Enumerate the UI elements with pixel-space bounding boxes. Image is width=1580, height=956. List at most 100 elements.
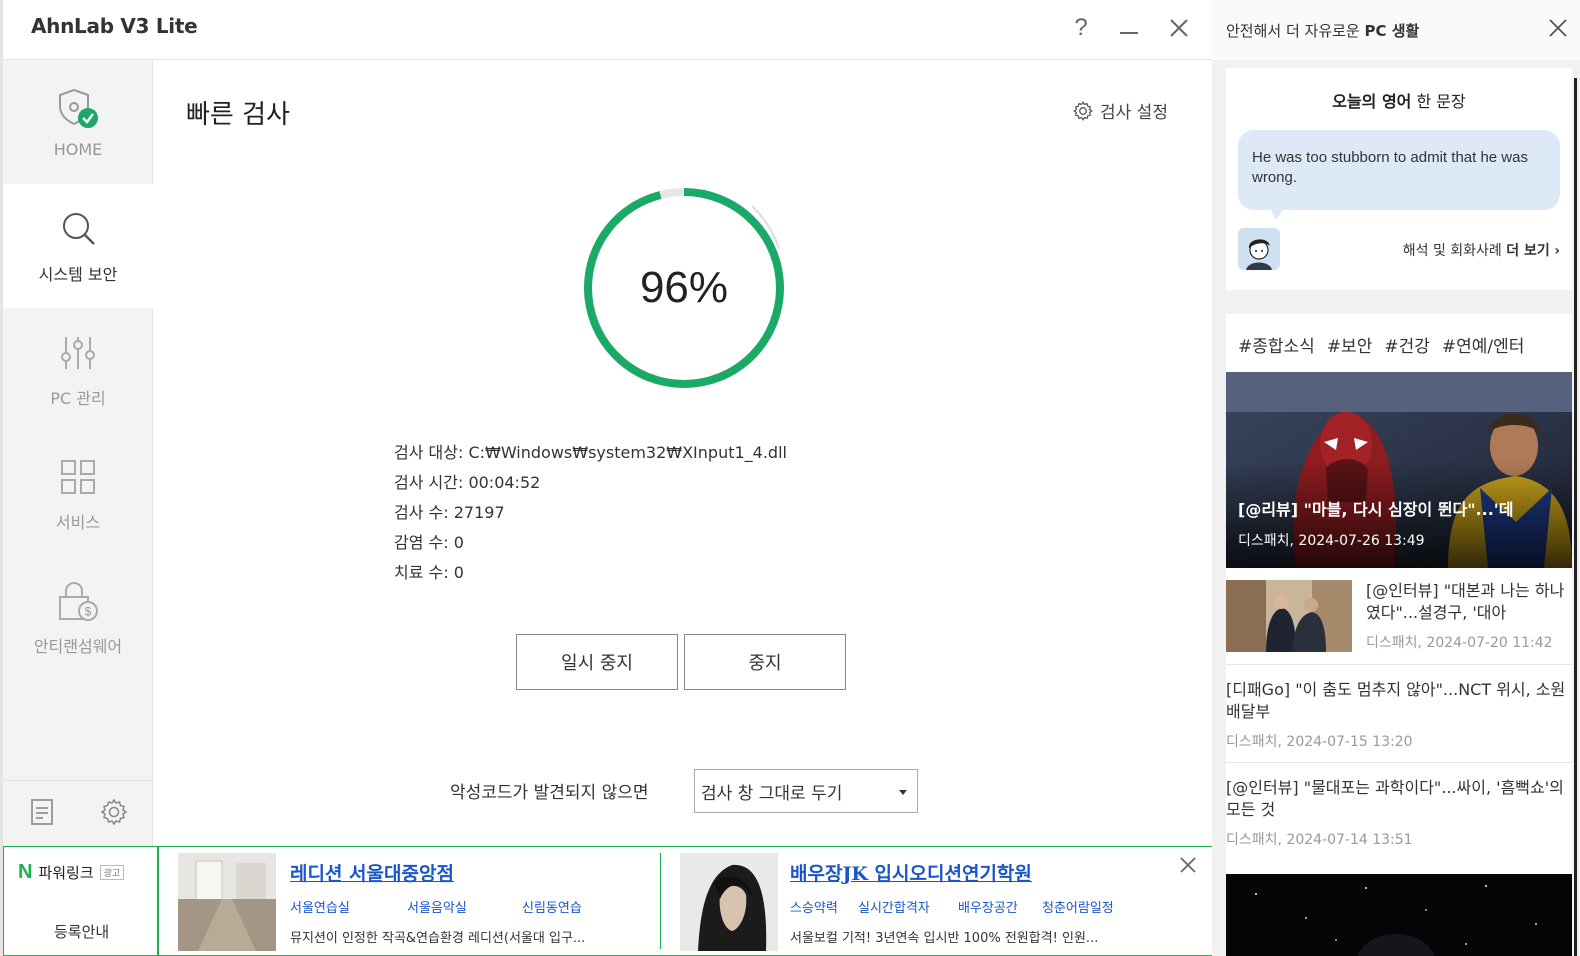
news-thumbnail[interactable] — [1226, 874, 1572, 956]
ad-title-1[interactable]: 레디션 서울대중앙점 — [290, 859, 454, 886]
scan-target: 검사 대상: C:₩Windows₩system32₩XInput1_4.dll — [394, 443, 787, 462]
ad-title-2[interactable]: 배우장JK 입시오디션연기학원 — [790, 859, 1032, 886]
avatar — [1238, 228, 1280, 270]
svg-text:$: $ — [85, 605, 92, 619]
shield-check-icon — [59, 88, 98, 128]
ad-link[interactable]: 실시간합격자 — [858, 897, 958, 916]
minimize-button[interactable] — [1111, 10, 1147, 46]
pause-button[interactable]: 일시 중지 — [516, 634, 678, 690]
actor-portrait-image — [680, 853, 778, 951]
news-hero[interactable]: [@리뷰] "마블, 다시 심장이 뛴다"...'데 디스패치, 2024-07… — [1226, 372, 1572, 568]
news-tags: #종합소식 #보안 #건강 #연예/엔터 — [1238, 332, 1524, 357]
character-avatar-image — [1238, 228, 1280, 270]
ad-divider — [660, 853, 661, 949]
interview-still-image — [1226, 580, 1352, 652]
panel-scrollbar[interactable] — [1574, 78, 1577, 956]
tag-entertainment[interactable]: #연예/엔터 — [1442, 332, 1525, 357]
ad-thumbnail-practice-room[interactable] — [178, 853, 276, 951]
help-icon: ? — [1074, 14, 1088, 41]
news-meta: 디스패치, 2024-07-14 13:51 — [1226, 832, 1413, 848]
after-scan-select[interactable]: 검사 창 그대로 두기 — [694, 769, 918, 813]
scan-count: 검사 수: 27197 — [394, 503, 505, 522]
nav-label-pc-management: PC 관리 — [50, 389, 106, 408]
nav-item-pc-management[interactable]: PC 관리 — [3, 308, 153, 432]
chevron-right-icon: › — [1554, 243, 1560, 259]
news-item[interactable]: [@인터뷰] "대본과 나는 하나였다"...설경구, '대아 디스패치, 20… — [1226, 580, 1572, 656]
app-title: AhnLab V3 Lite — [31, 14, 198, 38]
english-title-bold: 오늘의 영어 — [1332, 92, 1412, 111]
nav-item-system-security[interactable]: 시스템 보안 — [3, 184, 153, 308]
panel-title-bold: PC 생활 — [1364, 22, 1420, 40]
ad-thumbnail-acting[interactable] — [680, 853, 778, 951]
help-button[interactable]: ? — [1063, 10, 1099, 46]
scan-progress-ring: 96% — [574, 178, 794, 398]
powerlink-ad-bar: N 파워링크 광고 등록안내 레디션 서울대중앙점 서울연습실 서울음악실 신림… — [3, 846, 1215, 956]
close-button[interactable] — [1161, 10, 1197, 46]
progress-percent: 96% — [639, 263, 729, 312]
scan-settings-label: 검사 설정 — [1100, 103, 1168, 123]
close-icon — [1170, 19, 1188, 37]
report-icon[interactable] — [27, 797, 57, 827]
starfield-image — [1226, 874, 1572, 956]
scan-elapsed: 검사 시간: 00:04:52 — [394, 473, 541, 492]
english-more-bold: 더 보기 — [1506, 243, 1550, 259]
news-meta: 디스패치, 2024-07-15 13:20 — [1226, 734, 1413, 750]
minimize-icon — [1120, 32, 1138, 34]
search-icon — [63, 213, 95, 245]
nav-bottom-bar — [3, 780, 153, 846]
news-thumbnail — [1226, 580, 1352, 652]
news-item[interactable]: [@인터뷰] "물대포는 과학이다"...싸이, '흠뻑쇼'의 모든 것 디스패… — [1226, 762, 1572, 862]
news-meta: 디스패치, 2024-07-20 11:42 — [1366, 635, 1553, 651]
tag-security[interactable]: #보안 — [1327, 332, 1373, 357]
ad-links-2: 스승약력 실시간합격자 배우장공간 청춘어람일정 — [790, 897, 1114, 916]
news-side-panel: 안전해서 더 자유로운 PC 생활 오늘의 영어 한 문장 He was too… — [1212, 0, 1580, 956]
nav-label-services: 서비스 — [55, 513, 101, 532]
powerlink-logo: N 파워링크 광고 — [18, 861, 125, 884]
nav-label-antiransomware: 안티랜섬웨어 — [33, 637, 123, 656]
sliders-icon — [61, 337, 95, 369]
tag-general[interactable]: #종합소식 — [1238, 332, 1315, 357]
english-sentence-bubble: He was too stubborn to admit that he was… — [1238, 130, 1560, 210]
gear-icon[interactable] — [99, 797, 129, 827]
ad-link[interactable]: 배우장공간 — [958, 897, 1042, 916]
scan-settings-button[interactable]: 검사 설정 — [1072, 98, 1168, 123]
after-scan-value: 검사 창 그대로 두기 — [701, 783, 843, 804]
after-scan-label: 악성코드가 발견되지 않으면 — [450, 783, 649, 803]
nav-label-home: HOME — [53, 139, 103, 159]
news-card: #종합소식 #보안 #건강 #연예/엔터 [@리뷰] "마블, 다시 심장이 뛴… — [1226, 314, 1572, 956]
nav-label-system-security: 시스템 보안 — [38, 265, 118, 284]
tag-health[interactable]: #건강 — [1384, 332, 1430, 357]
ad-links-1: 서울연습실 서울음악실 신림동연습 — [290, 897, 582, 916]
practice-room-image — [178, 853, 276, 951]
english-more-link[interactable]: 해석 및 회화사례 더 보기 › — [1403, 240, 1560, 260]
news-title: [@인터뷰] "물대포는 과학이다"...싸이, '흠뻑쇼'의 모든 것 — [1226, 778, 1564, 819]
ad-link[interactable]: 서울연습실 — [290, 897, 407, 916]
ad-link[interactable]: 신림동연습 — [522, 897, 582, 916]
speech-tail — [1270, 208, 1284, 220]
ad-desc-1[interactable]: 뮤지션이 인정한 작곡&연습환경 레디션(서울대 입구... — [290, 927, 650, 946]
close-icon[interactable] — [1176, 853, 1200, 877]
news-title: [@인터뷰] "대본과 나는 하나였다"...설경구, '대아 — [1366, 581, 1565, 622]
app-window: AhnLab V3 Lite ? HOME 시스템 보안 PC 관리 서비스 $… — [0, 0, 1215, 956]
stop-button[interactable]: 중지 — [684, 634, 846, 690]
nav-item-antiransomware[interactable]: $ 안티랜섬웨어 — [3, 556, 153, 680]
panel-title: 안전해서 더 자유로운 PC 생활 — [1226, 20, 1419, 41]
ad-link[interactable]: 스승약력 — [790, 897, 858, 916]
nav-item-services[interactable]: 서비스 — [3, 432, 153, 556]
ad-badge: 광고 — [99, 865, 125, 880]
treated-count: 치료 수: 0 — [394, 563, 464, 582]
panel-header: 안전해서 더 자유로운 PC 생활 — [1212, 0, 1580, 60]
ad-link[interactable]: 서울음악실 — [407, 897, 522, 916]
nav-item-home[interactable]: HOME — [3, 60, 153, 184]
lock-dollar-icon: $ — [59, 582, 98, 621]
ad-divider — [157, 847, 159, 956]
scan-content: 빠른 검사 검사 설정 96% 검사 대상: C:₩Windows₩system… — [154, 60, 1212, 846]
close-icon[interactable] — [1546, 16, 1570, 40]
news-title: [디패Go] "이 춤도 멈추지 않아"...NCT 위시, 소원 배달부 — [1226, 680, 1566, 721]
ad-register-link[interactable]: 등록안내 — [54, 921, 109, 942]
title-bar: AhnLab V3 Lite ? — [3, 0, 1215, 60]
ad-desc-2[interactable]: 서울보컬 기적! 3년연속 입시반 100% 전원합격! 인원... — [790, 927, 1150, 946]
ad-link[interactable]: 청춘어람일정 — [1042, 897, 1114, 916]
panel-title-text: 안전해서 더 자유로운 — [1226, 22, 1365, 40]
news-item[interactable]: [디패Go] "이 춤도 멈추지 않아"...NCT 위시, 소원 배달부 디스… — [1226, 664, 1572, 762]
